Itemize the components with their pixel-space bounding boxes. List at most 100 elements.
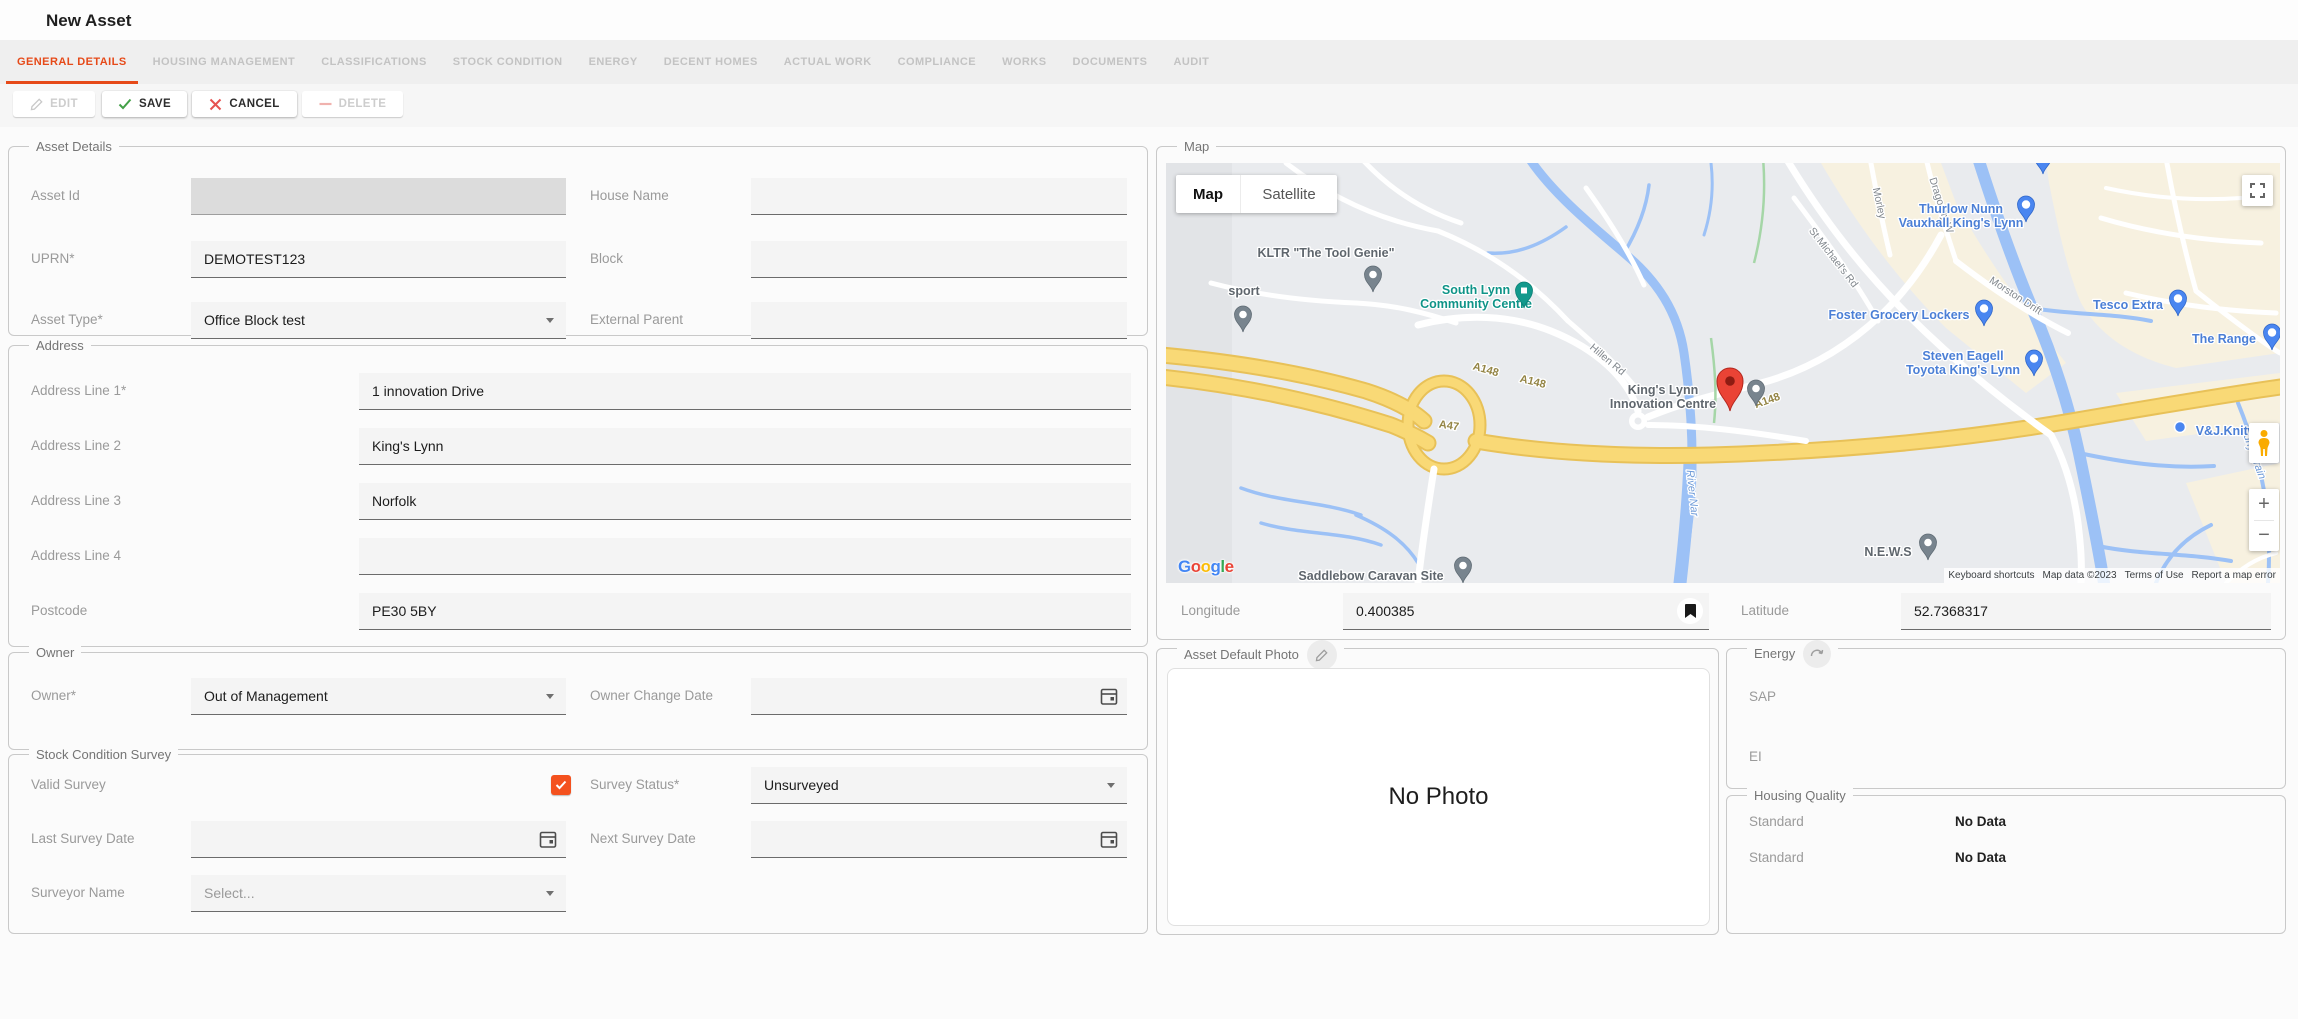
tab-documents[interactable]: DOCUMENTS <box>1059 40 1160 84</box>
asset-type-select[interactable]: Office Block test <box>191 302 566 339</box>
tab-compliance[interactable]: COMPLIANCE <box>885 40 989 84</box>
bookmark-icon[interactable] <box>1677 598 1703 624</box>
longitude-input[interactable] <box>1356 603 1696 619</box>
tab-actual-work[interactable]: ACTUAL WORK <box>771 40 885 84</box>
poi-foster-grocery[interactable]: Foster Grocery Lockers <box>1828 308 1969 322</box>
asset-type-value: Office Block test <box>204 312 305 328</box>
poi-the-range[interactable]: The Range <box>2192 332 2256 346</box>
terms-of-use-link[interactable]: Terms of Use <box>2121 568 2188 583</box>
poi-news[interactable]: N.E.W.S <box>1864 545 1911 559</box>
zoom-out-button[interactable]: − <box>2249 521 2279 552</box>
owner-change-date-field[interactable] <box>751 678 1127 715</box>
tab-works[interactable]: WORKS <box>989 40 1059 84</box>
postcode-field[interactable] <box>359 593 1131 630</box>
survey-status-label: Survey Status* <box>590 777 679 792</box>
next-survey-date-label: Next Survey Date <box>590 831 696 846</box>
address-line4-input[interactable] <box>372 548 1118 564</box>
address-section: Address Address Line 1* Address Line 2 A… <box>8 345 1148 647</box>
survey-status-select[interactable]: Unsurveyed <box>751 767 1127 804</box>
photo-placeholder-box[interactable]: No Photo <box>1167 668 1710 926</box>
edit-photo-button[interactable] <box>1307 640 1337 670</box>
last-survey-date-input[interactable] <box>204 831 553 847</box>
asset-details-legend: Asset Details <box>29 138 119 156</box>
poi-kings-lynn-innovation-centre[interactable]: Innovation Centre <box>1610 397 1716 411</box>
google-map[interactable]: A47 A148 A148 A148 Morley Dragonfly W Mo… <box>1166 163 2280 583</box>
address-line3-field[interactable] <box>359 483 1131 520</box>
address-line2-input[interactable] <box>372 438 1118 454</box>
address-line2-field[interactable] <box>359 428 1131 465</box>
poi-kings-lynn-innovation-centre[interactable]: King's Lynn <box>1628 383 1699 397</box>
google-logo[interactable]: Google <box>1178 557 1234 577</box>
surveyor-name-select[interactable]: Select... <box>191 875 566 912</box>
map-type-map-button[interactable]: Map <box>1176 175 1240 213</box>
calendar-icon[interactable] <box>1100 829 1118 852</box>
external-parent-field[interactable] <box>751 302 1127 339</box>
tab-housing-management[interactable]: HOUSING MANAGEMENT <box>140 40 309 84</box>
uprn-input[interactable] <box>204 251 553 267</box>
edit-button[interactable]: EDIT <box>13 91 95 117</box>
owner-select[interactable]: Out of Management <box>191 678 566 715</box>
housing-standard-label: Standard <box>1749 814 1804 829</box>
poi-thurlow-nunn[interactable]: Vauxhall King's Lynn <box>1899 216 2024 230</box>
house-name-input[interactable] <box>764 188 1114 204</box>
asset-default-photo-legend-text: Asset Default Photo <box>1184 646 1299 664</box>
delete-button[interactable]: DELETE <box>302 91 403 117</box>
poi-steven-eagell[interactable]: Steven Eagell <box>1922 349 2003 363</box>
cancel-button[interactable]: CANCEL <box>192 91 297 117</box>
address-legend: Address <box>29 337 91 355</box>
calendar-icon[interactable] <box>539 829 557 852</box>
external-parent-input[interactable] <box>764 312 1114 328</box>
longitude-field[interactable] <box>1343 593 1709 630</box>
poi-south-lynn-cc[interactable]: South Lynn <box>1442 283 1510 297</box>
house-name-field[interactable] <box>751 178 1127 215</box>
poi-sport[interactable]: sport <box>1228 284 1260 298</box>
asset-type-label: Asset Type* <box>31 312 103 327</box>
tab-decent-homes[interactable]: DECENT HOMES <box>651 40 771 84</box>
poi-tesco-extra[interactable]: Tesco Extra <box>2093 298 2164 312</box>
address-line3-input[interactable] <box>372 493 1118 509</box>
house-name-label: House Name <box>590 188 669 203</box>
poi-saddlebow-caravan[interactable]: Saddlebow Caravan Site <box>1298 569 1443 583</box>
postcode-input[interactable] <box>372 603 1118 619</box>
map-fullscreen-button[interactable] <box>2242 175 2273 206</box>
tab-stock-condition[interactable]: STOCK CONDITION <box>440 40 576 84</box>
zoom-in-button[interactable]: + <box>2249 489 2279 520</box>
postcode-label: Postcode <box>31 603 87 618</box>
poi-thurlow-nunn[interactable]: Thurlow Nunn <box>1919 202 2003 216</box>
calendar-icon[interactable] <box>1100 686 1118 709</box>
uprn-field[interactable] <box>191 241 566 278</box>
tab-energy[interactable]: ENERGY <box>576 40 651 84</box>
block-field[interactable] <box>751 241 1127 278</box>
address-line1-label: Address Line 1* <box>31 383 126 398</box>
latitude-input[interactable] <box>1914 603 2258 619</box>
address-line1-field[interactable] <box>359 373 1131 410</box>
next-survey-date-input[interactable] <box>764 831 1114 847</box>
x-icon <box>209 98 222 111</box>
energy-legend: Energy <box>1747 640 1838 668</box>
poi-steven-eagell[interactable]: Toyota King's Lynn <box>1906 363 2020 377</box>
address-line2-label: Address Line 2 <box>31 438 121 453</box>
latitude-field[interactable] <box>1901 593 2271 630</box>
poi-kltr-tool-genie[interactable]: KLTR "The Tool Genie" <box>1257 246 1394 260</box>
refresh-energy-button[interactable] <box>1803 640 1831 668</box>
pegman-streetview-button[interactable] <box>2249 423 2279 463</box>
tab-audit[interactable]: AUDIT <box>1160 40 1222 84</box>
report-map-error-link[interactable]: Report a map error <box>2188 568 2280 583</box>
valid-survey-checkbox[interactable] <box>551 775 571 795</box>
last-survey-date-field[interactable] <box>191 821 566 858</box>
tab-general-details[interactable]: GENERAL DETAILS <box>4 40 140 84</box>
address-line1-input[interactable] <box>372 383 1118 399</box>
new-asset-page: New Asset GENERAL DETAILS HOUSING MANAGE… <box>0 0 2298 1019</box>
tab-classifications[interactable]: CLASSIFICATIONS <box>308 40 440 84</box>
address-line4-field[interactable] <box>359 538 1131 575</box>
map-type-satellite-button[interactable]: Satellite <box>1240 175 1337 213</box>
next-survey-date-field[interactable] <box>751 821 1127 858</box>
block-input[interactable] <box>764 251 1114 267</box>
keyboard-shortcuts-link[interactable]: Keyboard shortcuts <box>1944 568 2038 583</box>
save-button[interactable]: SAVE <box>102 91 187 117</box>
poi-south-lynn-cc[interactable]: Community Centre <box>1420 297 1532 311</box>
map-dot-vj-knitwear[interactable] <box>2175 422 2186 433</box>
owner-change-date-input[interactable] <box>764 688 1114 704</box>
fullscreen-icon <box>2250 183 2265 198</box>
asset-default-photo-legend: Asset Default Photo <box>1177 640 1344 670</box>
